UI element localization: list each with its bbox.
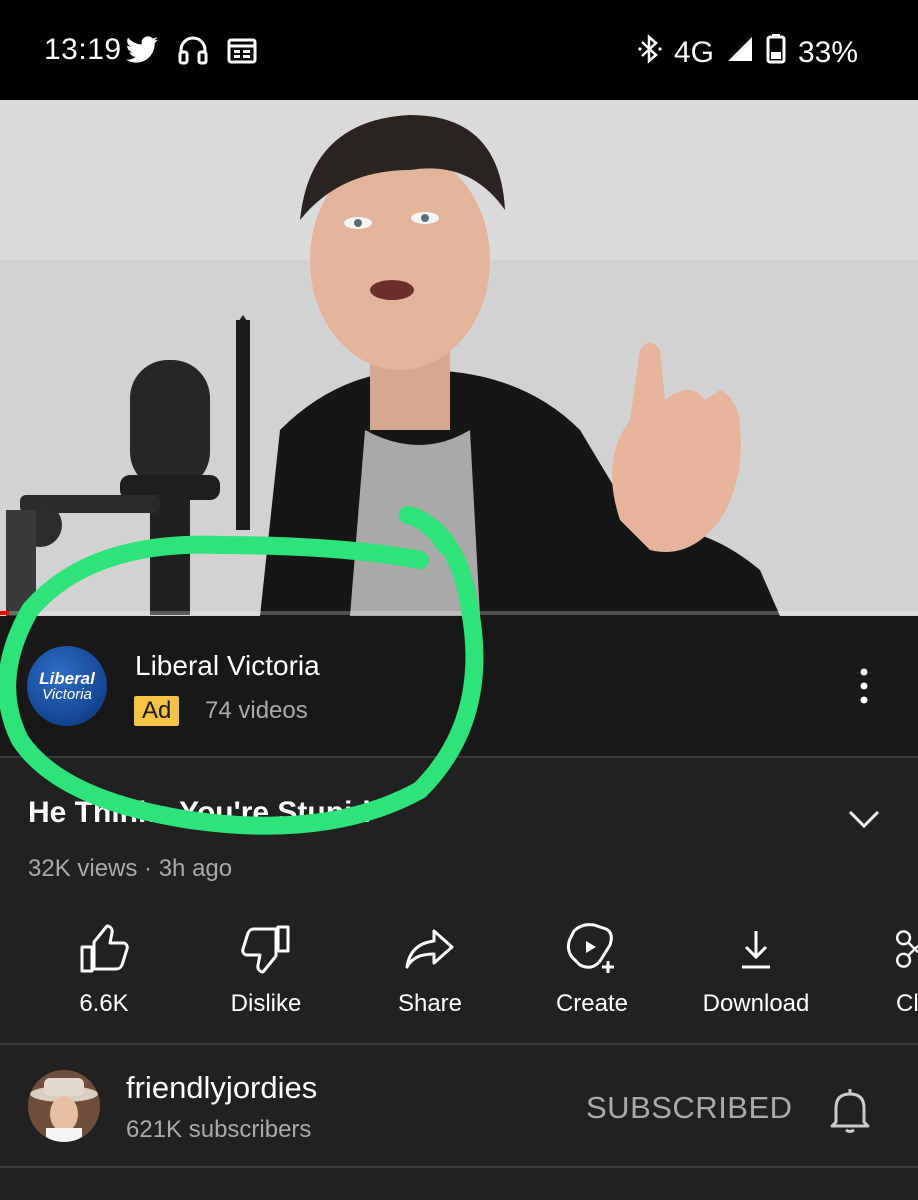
battery-percent: 33%	[797, 36, 858, 69]
dislike-label: Dislike	[230, 990, 302, 1017]
ad-channel-name[interactable]: Liberal Victoria	[135, 650, 320, 682]
divider	[0, 1043, 918, 1045]
video-progress-fill	[0, 611, 10, 615]
create-icon	[512, 918, 672, 980]
create-label: Create	[555, 990, 629, 1017]
clip-icon	[838, 918, 918, 980]
battery-icon	[766, 34, 786, 72]
channel-avatar[interactable]	[28, 1070, 100, 1142]
create-button[interactable]: Create	[512, 912, 672, 1018]
ad-channel-avatar[interactable]: Liberal Victoria	[27, 646, 107, 726]
divider	[0, 756, 918, 758]
bell-icon[interactable]	[828, 1086, 872, 1134]
subscribed-button[interactable]: SUBSCRIBED	[586, 1090, 793, 1126]
subscriber-count: 621K subscribers	[126, 1116, 312, 1143]
channel-row[interactable]: friendlyjordies 621K subscribers SUBSCRI…	[0, 1046, 918, 1166]
download-button[interactable]: Download	[676, 912, 836, 1018]
video-progress-bar[interactable]	[0, 611, 918, 615]
like-button[interactable]: 6.6K	[24, 912, 184, 1018]
share-label: Share	[397, 990, 463, 1017]
video-frame	[0, 100, 918, 616]
twitter-icon	[125, 36, 159, 69]
action-bar: 6.6K Dislike Share Create Download Cl	[0, 912, 918, 1032]
calendar-icon	[227, 36, 257, 69]
avatar-logo-line2: Victoria	[42, 686, 92, 703]
more-options-icon[interactable]	[846, 666, 882, 706]
status-time: 13:19	[44, 33, 122, 66]
status-bar: 13:19 4G 33%	[0, 0, 918, 100]
download-label: Download	[702, 990, 810, 1017]
thumbs-down-icon	[186, 918, 346, 980]
ad-card[interactable]: Liberal Victoria Liberal Victoria Ad 74 …	[0, 616, 918, 756]
share-button[interactable]: Share	[350, 912, 510, 1018]
ad-badge: Ad	[134, 696, 180, 726]
status-left-icons	[125, 34, 257, 71]
status-right: 4G 33%	[638, 33, 858, 73]
signal-icon	[726, 35, 754, 71]
headphones-icon	[177, 34, 209, 71]
download-icon	[676, 918, 836, 980]
video-title[interactable]: He Thinks You're Stupid	[28, 796, 371, 830]
channel-name[interactable]: friendlyjordies	[126, 1070, 317, 1106]
chevron-down-icon[interactable]	[842, 800, 886, 840]
video-player[interactable]	[0, 100, 918, 616]
share-icon	[350, 918, 510, 980]
video-meta: 32K views · 3h ago	[28, 855, 233, 882]
like-count: 6.6K	[79, 990, 129, 1017]
avatar-logo-line1: Liberal	[39, 669, 95, 688]
divider	[0, 1166, 918, 1168]
thumbs-up-icon	[24, 918, 184, 980]
bluetooth-icon	[638, 33, 662, 73]
clip-button[interactable]: Cl	[838, 912, 918, 1018]
clip-label: Cl	[896, 990, 918, 1017]
ad-video-count: 74 videos	[205, 697, 308, 724]
network-type: 4G	[673, 36, 714, 69]
dislike-button[interactable]: Dislike	[186, 912, 346, 1018]
